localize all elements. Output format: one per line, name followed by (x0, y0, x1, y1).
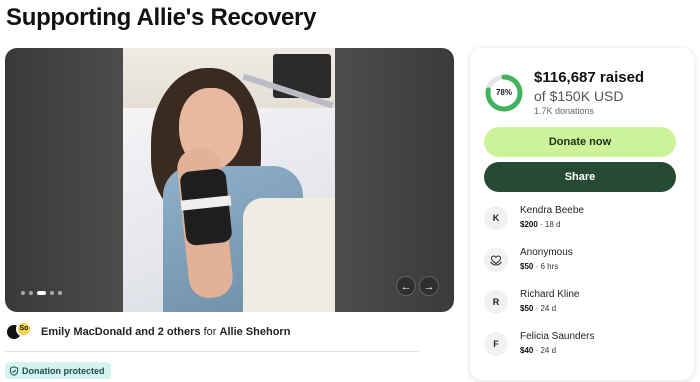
donor-item: K Kendra Beebe $200 · 18 d (484, 201, 680, 243)
donor-time: 18 d (544, 220, 561, 229)
donor-name: Felicia Saunders (520, 331, 595, 342)
donor-time: 24 d (540, 304, 557, 313)
divider (5, 351, 419, 352)
donor-name: Richard Kline (520, 289, 580, 300)
goal-amount: of $150K USD (534, 88, 624, 104)
beneficiary-name[interactable]: Allie Shehorn (220, 326, 291, 338)
donor-item: R Richard Kline $50 · 24 d (484, 285, 680, 327)
donor-item: Anonymous $50 · 6 hrs (484, 243, 680, 285)
progress-percent: 78% (495, 88, 512, 97)
chevron-right-icon[interactable]: → (419, 276, 439, 296)
chevron-left-icon[interactable]: ← (396, 276, 416, 296)
donor-time: 24 d (540, 346, 557, 355)
amount-raised: $116,687 raised (534, 69, 645, 86)
donor-meta: $40 · 24 d (520, 346, 557, 355)
donor-name: Kendra Beebe (520, 205, 584, 216)
page-title: Supporting Allie's Recovery (6, 4, 317, 31)
donor-time: 6 hrs (540, 262, 559, 271)
donor-amount: $200 (520, 220, 538, 229)
campaign-photo (123, 48, 335, 312)
donor-avatar: K (484, 206, 508, 230)
organizer-row[interactable]: So Emily MacDonald and 2 others for Alli… (5, 321, 290, 343)
donation-protected-label: Donation protected (22, 365, 105, 376)
organizer-names[interactable]: Emily MacDonald and 2 others (41, 326, 201, 338)
donor-list: K Kendra Beebe $200 · 18 d Anonymous $50 · 6… (484, 201, 680, 369)
carousel-dot[interactable] (21, 291, 25, 295)
donor-meta: $200 · 18 d (520, 220, 561, 229)
donor-meta: $50 · 6 hrs (520, 262, 559, 271)
donation-protected-badge[interactable]: Donation protected (5, 362, 111, 379)
donor-avatar: F (484, 332, 508, 356)
carousel-dot[interactable] (58, 291, 62, 295)
photo-gallery[interactable]: ← → (5, 48, 454, 312)
carousel-dots[interactable] (21, 291, 62, 295)
donor-item: F Felicia Saunders $40 · 24 d (484, 327, 680, 369)
carousel-dot[interactable] (50, 291, 54, 295)
for-word: for (203, 326, 217, 338)
avatar: So (16, 321, 32, 337)
carousel-dot[interactable] (29, 291, 33, 295)
shield-icon (9, 365, 19, 376)
donor-amount: $50 (520, 262, 534, 271)
carousel-dot[interactable] (37, 291, 46, 295)
donor-avatar: R (484, 290, 508, 314)
donor-name: Anonymous (520, 247, 573, 258)
organizer-text: Emily MacDonald and 2 others for Allie S… (41, 326, 290, 338)
organizer-avatars: So (5, 321, 33, 343)
donation-count[interactable]: 1.7K donations (534, 106, 594, 116)
donor-meta: $50 · 24 d (520, 304, 557, 313)
share-button[interactable]: Share (484, 162, 676, 192)
donor-amount: $40 (520, 346, 534, 355)
donor-amount: $50 (520, 304, 534, 313)
hands-heart-icon (484, 248, 508, 272)
donate-now-button[interactable]: Donate now (484, 127, 676, 157)
donation-card: 78% $116,687 raised of $150K USD 1.7K do… (470, 48, 694, 380)
